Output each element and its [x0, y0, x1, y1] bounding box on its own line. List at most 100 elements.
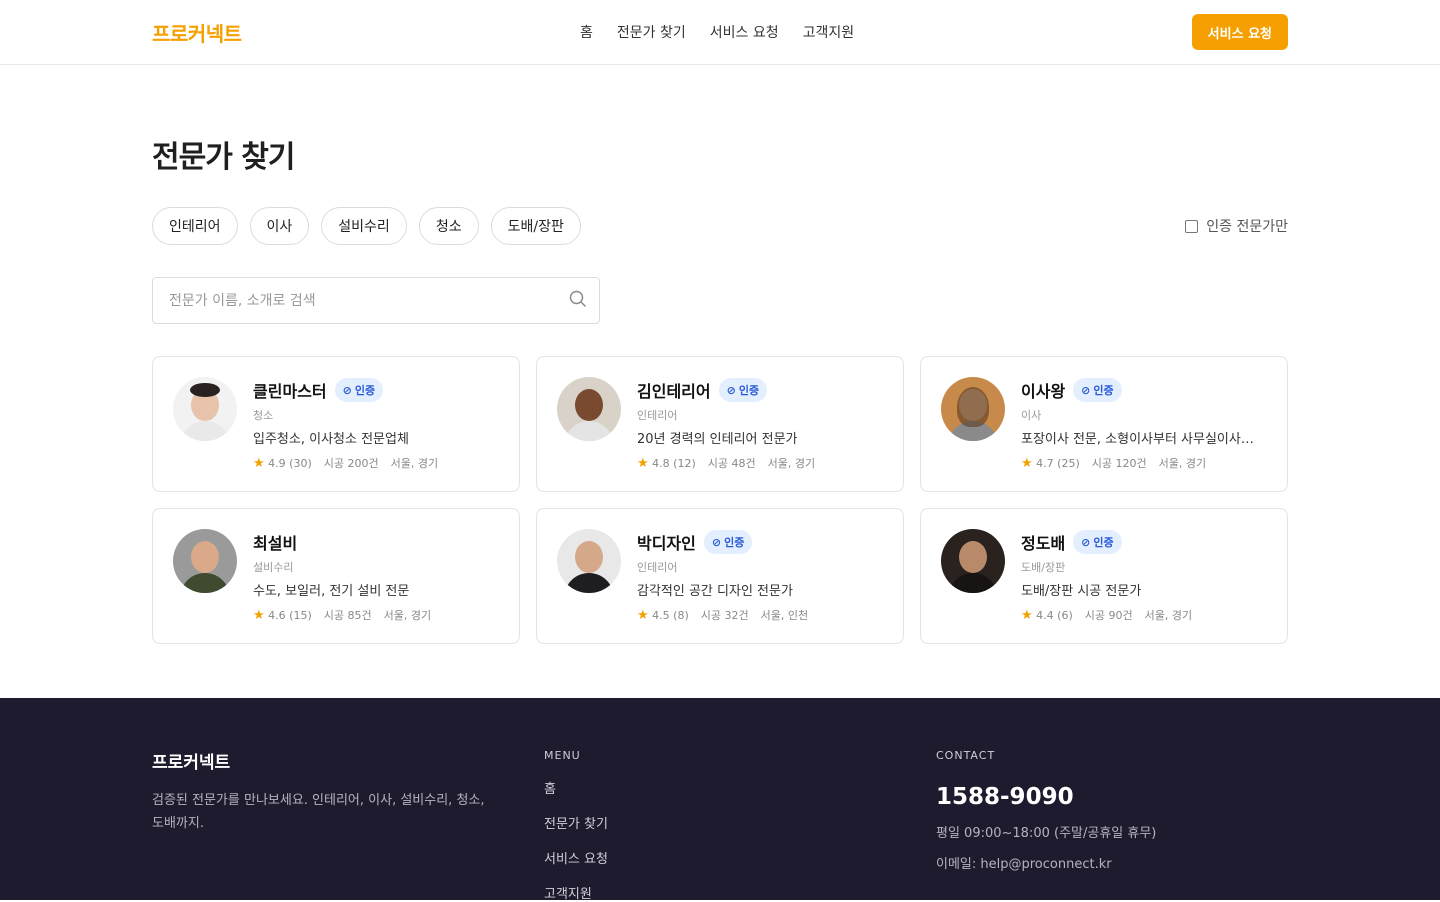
filter-repair[interactable]: 설비수리: [321, 207, 407, 245]
avatar: [941, 529, 1005, 593]
expert-name: 클린마스터: [253, 382, 327, 401]
site-footer: 프로커넥트 검증된 전문가를 만나보세요. 인테리어, 이사, 설비수리, 청소…: [0, 698, 1440, 902]
expert-description: 수도, 보일러, 전기 설비 전문: [253, 584, 410, 599]
main-content: 전문가 찾기 인테리어 이사 설비수리 청소 도배/장판 인증 전문가만 클린마…: [0, 132, 1440, 644]
expert-category: 도배/장판: [1021, 561, 1066, 574]
expert-description: 20년 경력의 인테리어 전문가: [637, 432, 798, 447]
filter-wallpaper[interactable]: 도배/장판: [490, 207, 581, 245]
expert-description: 도배/장판 시공 전문가: [1021, 584, 1142, 599]
expert-info: 정도배 ⊘ 인증 도배/장판 도배/장판 시공 전문가 ★ 4.4 (6) 시공 …: [1021, 529, 1267, 623]
verified-badge: ⊘ 인증: [703, 530, 753, 554]
footer-link-support[interactable]: 고객지원: [544, 883, 936, 902]
expert-card[interactable]: 이사왕 ⊘ 인증 이사 포장이사 전문, 소형이사부터 사무실이사까지 ★ 4.7…: [920, 356, 1288, 492]
expert-grid: 클린마스터 ⊘ 인증 청소 입주청소, 이사청소 전문업체 ★ 4.9 (30) …: [152, 356, 1288, 644]
expert-jobs: 시공 90건: [1084, 609, 1133, 622]
expert-category: 설비수리: [253, 561, 294, 574]
nav-service-request[interactable]: 서비스 요청: [710, 22, 779, 42]
expert-jobs: 시공 85건: [323, 609, 372, 622]
expert-area: 서울, 경기: [390, 457, 439, 470]
nav-find-expert[interactable]: 전문가 찾기: [617, 22, 686, 42]
footer-brand: 프로커넥트: [152, 753, 231, 773]
verified-only-checkbox[interactable]: [1185, 219, 1199, 233]
verified-badge: ⊘ 인증: [1073, 378, 1122, 402]
expert-meta: ★ 4.4 (6) 시공 90건 서울, 경기: [1021, 607, 1193, 623]
expert-jobs: 시공 120건: [1091, 457, 1147, 470]
footer-link-service-request[interactable]: 서비스 요청: [544, 848, 936, 867]
star-icon: ★: [253, 455, 265, 471]
footer-link-find-expert[interactable]: 전문가 찾기: [544, 813, 936, 832]
expert-name: 이사왕: [1021, 382, 1066, 401]
expert-jobs: 시공 48건: [707, 457, 756, 470]
footer-contact-heading: CONTACT: [936, 749, 996, 762]
footer-about: 프로커넥트 검증된 전문가를 만나보세요. 인테리어, 이사, 설비수리, 청소…: [152, 748, 544, 900]
expert-category: 이사: [1021, 409, 1042, 422]
expert-name: 정도배: [1021, 534, 1066, 553]
expert-description: 입주청소, 이사청소 전문업체: [253, 432, 409, 447]
footer-link-home[interactable]: 홈: [544, 778, 936, 797]
expert-area: 서울, 경기: [1144, 609, 1193, 622]
expert-area: 서울, 경기: [1158, 457, 1207, 470]
expert-description: 감각적인 공간 디자인 전문가: [637, 584, 793, 599]
check-circle-icon: ⊘: [1081, 383, 1091, 397]
expert-meta: ★ 4.9 (30) 시공 200건 서울, 경기: [253, 455, 439, 471]
nav-home[interactable]: 홈: [580, 22, 593, 42]
expert-card[interactable]: 박디자인 ⊘ 인증 인테리어 감각적인 공간 디자인 전문가 ★ 4.5 (8) …: [536, 508, 904, 644]
footer-email[interactable]: 이메일: help@proconnect.kr: [936, 853, 1156, 872]
star-icon: ★: [1021, 607, 1033, 623]
expert-description: 포장이사 전문, 소형이사부터 사무실이사까지: [1021, 432, 1261, 447]
expert-info: 최설비 설비수리 수도, 보일러, 전기 설비 전문 ★ 4.6 (15) 시공…: [253, 529, 499, 623]
avatar: [173, 377, 237, 441]
expert-card[interactable]: 최설비 설비수리 수도, 보일러, 전기 설비 전문 ★ 4.6 (15) 시공…: [152, 508, 520, 644]
filter-cleaning[interactable]: 청소: [418, 207, 479, 245]
expert-area: 서울, 경기: [383, 609, 432, 622]
avatar: [557, 377, 621, 441]
search-icon[interactable]: [569, 290, 587, 312]
star-icon: ★: [637, 607, 649, 623]
star-icon: ★: [637, 455, 649, 471]
avatar: [557, 529, 621, 593]
verified-badge: ⊘ 인증: [334, 378, 384, 402]
expert-meta: ★ 4.7 (25) 시공 120건 서울, 경기: [1021, 455, 1207, 471]
service-request-button[interactable]: 서비스 요청: [1191, 14, 1288, 50]
footer-description: 검증된 전문가를 만나보세요. 인테리어, 이사, 설비수리, 청소, 도배까지…: [152, 793, 485, 831]
filter-moving[interactable]: 이사: [249, 207, 310, 245]
check-circle-icon: ⊘: [342, 383, 352, 397]
filter-interior[interactable]: 인테리어: [152, 207, 238, 245]
expert-meta: ★ 4.5 (8) 시공 32건 서울, 인천: [637, 607, 809, 623]
verified-badge: ⊘ 인증: [718, 378, 768, 402]
verified-only-toggle[interactable]: 인증 전문가만: [1185, 216, 1288, 236]
footer-menu: MENU 홈 전문가 찾기 서비스 요청 고객지원: [544, 748, 936, 902]
footer-menu-heading: MENU: [544, 749, 581, 762]
expert-card[interactable]: 클린마스터 ⊘ 인증 청소 입주청소, 이사청소 전문업체 ★ 4.9 (30) …: [152, 356, 520, 492]
expert-jobs: 시공 200건: [323, 457, 379, 470]
check-circle-icon: ⊘: [1081, 535, 1091, 549]
footer-phone[interactable]: 1588-9090: [936, 784, 1156, 810]
search-input[interactable]: [169, 292, 549, 309]
search-box: [152, 277, 600, 324]
check-circle-icon: ⊘: [726, 383, 736, 397]
verified-only-label: 인증 전문가만: [1206, 219, 1288, 235]
star-icon: ★: [1021, 455, 1033, 471]
category-filters: 인테리어 이사 설비수리 청소 도배/장판: [152, 207, 581, 245]
expert-info: 클린마스터 ⊘ 인증 청소 입주청소, 이사청소 전문업체 ★ 4.9 (30) …: [253, 377, 499, 471]
logo[interactable]: 프로커넥트: [152, 18, 242, 47]
expert-card[interactable]: 김인테리어 ⊘ 인증 인테리어 20년 경력의 인테리어 전문가 ★ 4.8 (1…: [536, 356, 904, 492]
main-nav: 홈 전문가 찾기 서비스 요청 고객지원: [580, 22, 854, 42]
filter-row: 인테리어 이사 설비수리 청소 도배/장판 인증 전문가만: [152, 207, 1288, 245]
expert-category: 인테리어: [637, 561, 678, 574]
expert-category: 인테리어: [637, 409, 678, 422]
avatar: [941, 377, 1005, 441]
check-circle-icon: ⊘: [711, 535, 722, 549]
nav-support[interactable]: 고객지원: [803, 22, 855, 42]
expert-name: 박디자인: [637, 534, 696, 553]
expert-card[interactable]: 정도배 ⊘ 인증 도배/장판 도배/장판 시공 전문가 ★ 4.4 (6) 시공 …: [920, 508, 1288, 644]
expert-info: 이사왕 ⊘ 인증 이사 포장이사 전문, 소형이사부터 사무실이사까지 ★ 4.7…: [1021, 377, 1267, 471]
expert-area: 서울, 인천: [760, 609, 809, 622]
expert-meta: ★ 4.6 (15) 시공 85건 서울, 경기: [253, 607, 432, 623]
expert-info: 박디자인 ⊘ 인증 인테리어 감각적인 공간 디자인 전문가 ★ 4.5 (8) …: [637, 529, 883, 623]
page-title: 전문가 찾기: [152, 140, 295, 175]
footer-hours: 평일 09:00~18:00 (주말/공휴일 휴무): [936, 826, 1157, 841]
expert-info: 김인테리어 ⊘ 인증 인테리어 20년 경력의 인테리어 전문가 ★ 4.8 (1…: [637, 377, 883, 471]
expert-meta: ★ 4.8 (12) 시공 48건 서울, 경기: [637, 455, 816, 471]
top-header: 프로커넥트 홈 전문가 찾기 서비스 요청 고객지원 서비스 요청: [0, 0, 1440, 65]
